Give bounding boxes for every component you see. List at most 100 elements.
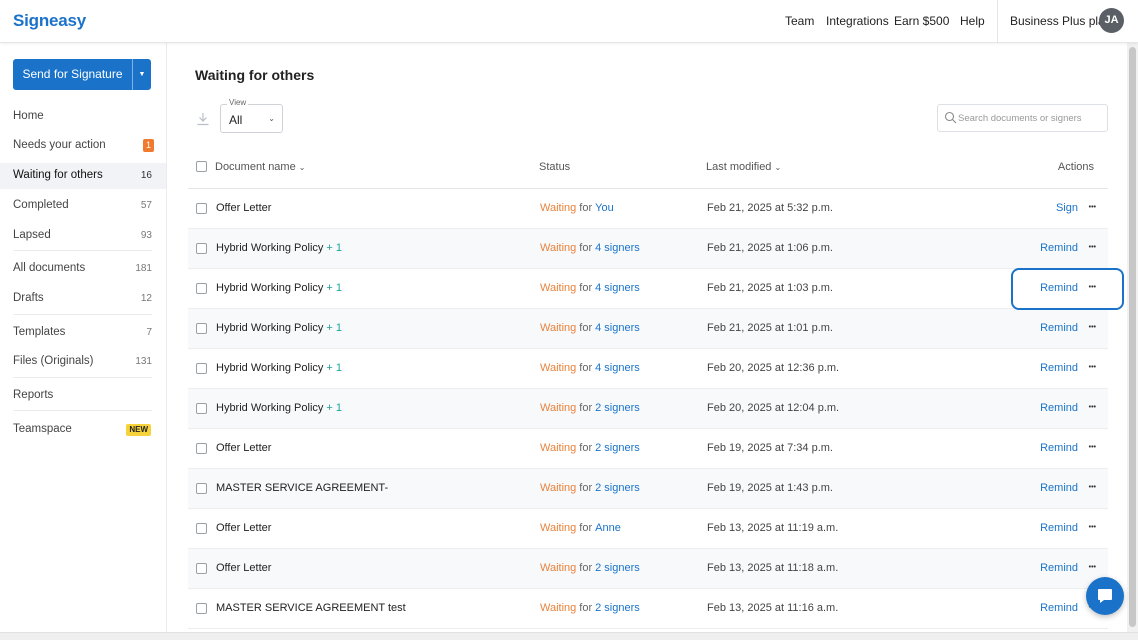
nav-integrations[interactable]: Integrations bbox=[826, 14, 889, 28]
document-name[interactable]: Offer Letter bbox=[216, 442, 271, 454]
avatar[interactable]: JA bbox=[1099, 8, 1124, 33]
remind-button[interactable]: Remind bbox=[1040, 402, 1078, 414]
sidebar-item-reports[interactable]: Reports bbox=[0, 383, 166, 409]
more-options-icon[interactable]: ••• bbox=[1089, 404, 1096, 411]
remind-button[interactable]: Remind bbox=[1040, 322, 1078, 334]
sidebar-item-files[interactable]: Files (Originals) 131 bbox=[0, 349, 166, 375]
row-checkbox[interactable] bbox=[196, 563, 207, 574]
row-checkbox[interactable] bbox=[196, 323, 207, 334]
status-signers[interactable]: 4 signers bbox=[595, 282, 640, 294]
more-options-icon[interactable]: ••• bbox=[1089, 284, 1096, 291]
more-options-icon[interactable]: ••• bbox=[1089, 524, 1096, 531]
table-row[interactable]: Offer Letter Waiting for Anne Feb 13, 2025 a… bbox=[188, 509, 1108, 549]
document-name[interactable]: Hybrid Working Policy + 1 bbox=[216, 402, 342, 414]
nav-team[interactable]: Team bbox=[785, 14, 814, 28]
remind-button[interactable]: Remind bbox=[1040, 282, 1078, 294]
scrollbar-thumb[interactable] bbox=[1129, 47, 1136, 627]
sidebar-item-count: 131 bbox=[135, 356, 152, 367]
document-name[interactable]: Offer Letter bbox=[216, 522, 271, 534]
signeasy-logo[interactable]: Signeasy bbox=[13, 11, 86, 31]
status-signers[interactable]: 2 signers bbox=[595, 562, 640, 574]
status-signers[interactable]: You bbox=[595, 202, 614, 214]
more-options-icon[interactable]: ••• bbox=[1089, 204, 1096, 211]
sidebar-item-all-documents[interactable]: All documents 181 bbox=[0, 256, 166, 282]
remind-button[interactable]: Remind bbox=[1040, 602, 1078, 614]
table-row[interactable]: Offer Letter Waiting for 2 signers Feb 13, 2… bbox=[188, 549, 1108, 589]
document-name[interactable]: Offer Letter bbox=[216, 562, 271, 574]
row-checkbox[interactable] bbox=[196, 443, 207, 454]
select-all-checkbox[interactable] bbox=[196, 161, 207, 172]
status-signers[interactable]: 4 signers bbox=[595, 242, 640, 254]
more-options-icon[interactable]: ••• bbox=[1089, 444, 1096, 451]
nav-help[interactable]: Help bbox=[960, 14, 985, 28]
plan-label[interactable]: Business Plus plan bbox=[1010, 14, 1111, 28]
table-row[interactable]: MASTER SERVICE AGREEMENT test Waiting for 2… bbox=[188, 589, 1108, 629]
sign-button[interactable]: Sign bbox=[1056, 202, 1078, 214]
table-row[interactable]: Hybrid Working Policy + 1 Waiting for 4 sign… bbox=[188, 349, 1108, 389]
more-options-icon[interactable]: ••• bbox=[1089, 484, 1096, 491]
row-checkbox[interactable] bbox=[196, 283, 207, 294]
status-signers[interactable]: 4 signers bbox=[595, 322, 640, 334]
status-signers[interactable]: 2 signers bbox=[595, 402, 640, 414]
sidebar-item-templates[interactable]: Templates 7 bbox=[0, 320, 166, 346]
sidebar-item-teamspace[interactable]: Teamspace NEW bbox=[0, 417, 166, 443]
row-checkbox[interactable] bbox=[196, 483, 207, 494]
send-for-signature-button[interactable]: Send for Signature ▼ bbox=[13, 59, 151, 90]
more-options-icon[interactable]: ••• bbox=[1089, 244, 1096, 251]
document-name-text: Offer Letter bbox=[216, 522, 272, 534]
row-checkbox[interactable] bbox=[196, 523, 207, 534]
document-name[interactable]: MASTER SERVICE AGREEMENT- bbox=[216, 482, 388, 494]
row-checkbox[interactable] bbox=[196, 243, 207, 254]
sidebar-item-waiting[interactable]: Waiting for others 16 bbox=[0, 163, 166, 189]
row-checkbox[interactable] bbox=[196, 203, 207, 214]
sidebar-item-lapsed[interactable]: Lapsed 93 bbox=[0, 223, 166, 249]
table-row[interactable]: Hybrid Working Policy + 1 Waiting for 4 sign… bbox=[188, 229, 1108, 269]
more-options-icon[interactable]: ••• bbox=[1089, 324, 1096, 331]
row-checkbox[interactable] bbox=[196, 403, 207, 414]
status-signers[interactable]: 2 signers bbox=[595, 442, 640, 454]
sidebar-item-needs-action[interactable]: Needs your action 1 bbox=[0, 133, 166, 159]
row-checkbox[interactable] bbox=[196, 363, 207, 374]
nav-earn[interactable]: Earn $500 bbox=[894, 14, 949, 28]
sidebar-item-completed[interactable]: Completed 57 bbox=[0, 193, 166, 219]
row-checkbox[interactable] bbox=[196, 603, 207, 614]
remind-button[interactable]: Remind bbox=[1040, 442, 1078, 454]
caret-down-icon[interactable]: ▼ bbox=[133, 59, 151, 90]
vertical-scrollbar[interactable] bbox=[1127, 43, 1138, 632]
chat-button[interactable] bbox=[1086, 577, 1124, 615]
more-options-icon[interactable]: ••• bbox=[1089, 364, 1096, 371]
send-for-signature-label[interactable]: Send for Signature bbox=[13, 59, 132, 90]
document-name[interactable]: Hybrid Working Policy + 1 bbox=[216, 322, 342, 334]
column-document-name[interactable]: Document name ⌄ bbox=[215, 161, 305, 173]
document-name[interactable]: Hybrid Working Policy + 1 bbox=[216, 242, 342, 254]
download-icon[interactable] bbox=[196, 112, 210, 126]
document-name[interactable]: Hybrid Working Policy + 1 bbox=[216, 282, 342, 294]
document-name[interactable]: Hybrid Working Policy + 1 bbox=[216, 362, 342, 374]
document-name[interactable]: Offer Letter bbox=[216, 202, 271, 214]
remind-button[interactable]: Remind bbox=[1040, 242, 1078, 254]
remind-button[interactable]: Remind bbox=[1040, 362, 1078, 374]
sidebar-item-drafts[interactable]: Drafts 12 bbox=[0, 286, 166, 312]
table-row[interactable]: Offer Letter Waiting for You Feb 21, 2025 at… bbox=[188, 189, 1108, 229]
table-row[interactable]: Hybrid Working Policy + 1 Waiting for 2 sign… bbox=[188, 389, 1108, 429]
remind-button[interactable]: Remind bbox=[1040, 562, 1078, 574]
remind-button[interactable]: Remind bbox=[1040, 482, 1078, 494]
view-select[interactable]: All ⌄ bbox=[220, 104, 283, 133]
status-signers[interactable]: 2 signers bbox=[595, 482, 640, 494]
status-signers[interactable]: 4 signers bbox=[595, 362, 640, 374]
search-input[interactable] bbox=[958, 109, 1103, 127]
horizontal-scrollbar[interactable] bbox=[0, 632, 1138, 640]
status-cell: Waiting for 2 signers bbox=[540, 402, 640, 414]
remind-button[interactable]: Remind bbox=[1040, 522, 1078, 534]
search-box[interactable] bbox=[937, 104, 1108, 132]
table-row[interactable]: MASTER SERVICE AGREEMENT- Waiting for 2 sig… bbox=[188, 469, 1108, 509]
document-name[interactable]: MASTER SERVICE AGREEMENT test bbox=[216, 602, 406, 614]
sidebar-item-home[interactable]: Home bbox=[0, 104, 166, 130]
column-last-modified[interactable]: Last modified ⌄ bbox=[706, 161, 781, 173]
table-row[interactable]: Hybrid Working Policy + 1 Waiting for 4 sign… bbox=[188, 269, 1108, 309]
status-signers[interactable]: Anne bbox=[595, 522, 621, 534]
status-signers[interactable]: 2 signers bbox=[595, 602, 640, 614]
more-options-icon[interactable]: ••• bbox=[1089, 564, 1096, 571]
table-row[interactable]: Hybrid Working Policy + 1 Waiting for 4 sign… bbox=[188, 309, 1108, 349]
table-row[interactable]: Offer Letter Waiting for 2 signers Feb 19, 2… bbox=[188, 429, 1108, 469]
